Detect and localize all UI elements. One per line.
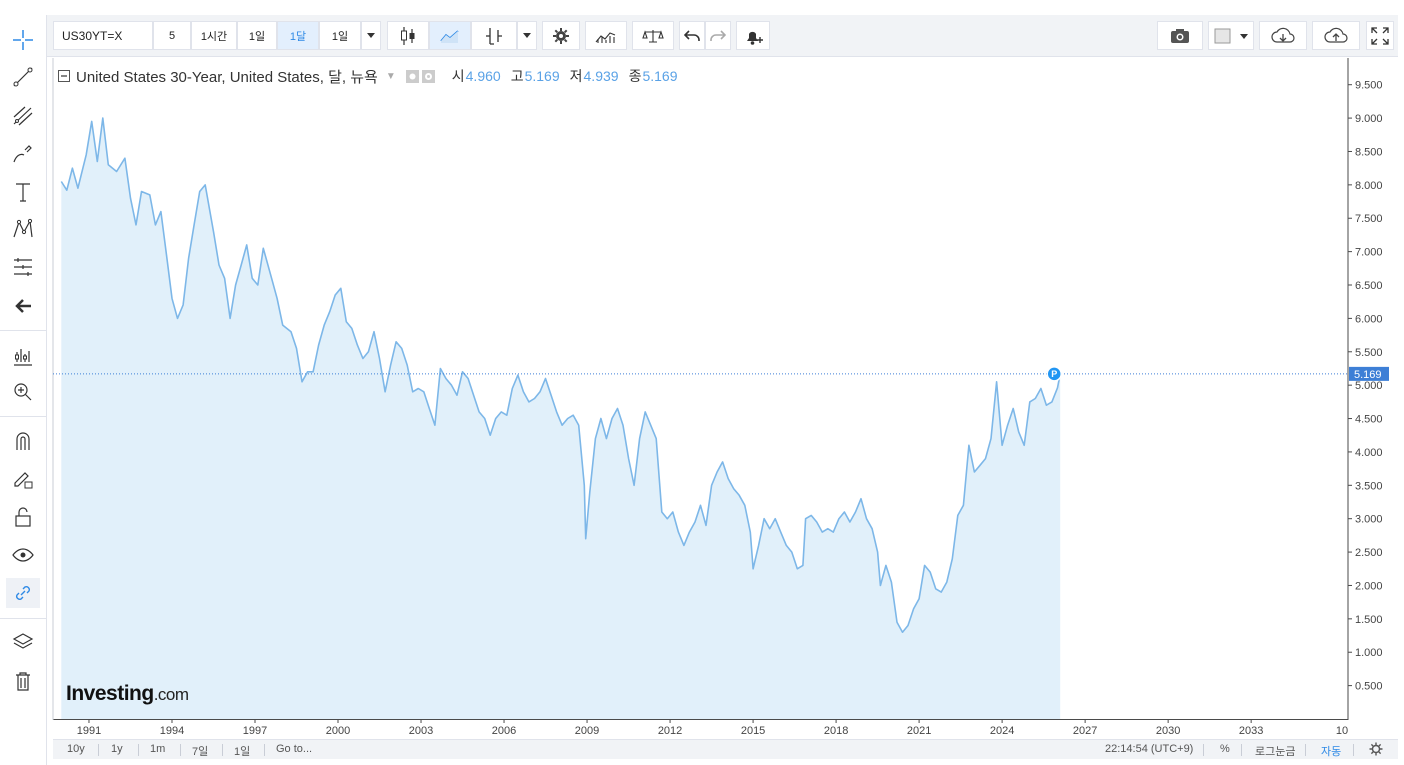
chart-svg: P 9.500 9.000 8.500 8.000 7.500 7.000 6.500 6.0…	[52, 58, 1389, 737]
range-7d[interactable]: 7일	[192, 743, 208, 759]
range-1d[interactable]: 1일	[234, 743, 250, 759]
price-tick-label: 3.000	[1355, 514, 1383, 526]
legend-low-label: 저	[569, 68, 583, 84]
bottom-bar: 10y 1y 1m 7일 1일 Go to... 22:14:54 (UTC+9…	[53, 739, 1398, 759]
time-tick-label: 2024	[990, 725, 1014, 737]
collapse-icon[interactable]	[58, 70, 70, 82]
legend-title: United States 30-Year, United States, 달,…	[76, 68, 378, 86]
time-axis[interactable]: 1991 1994 1997 2000 2003 2006 2009 2012 2015 2018…	[77, 719, 1348, 737]
legend-caret-icon[interactable]: ▼	[386, 71, 396, 82]
price-tick-label: 5.000	[1355, 380, 1383, 392]
legend-open-label: 시	[451, 68, 465, 84]
investing-logo: Investing.com	[66, 682, 189, 706]
price-tick-label: 1.000	[1355, 647, 1383, 659]
legend-close-label: 종	[628, 68, 642, 84]
legend-high-value: 5.169	[524, 68, 560, 84]
time-tick-label: 2018	[824, 725, 848, 737]
current-price-label: 5.169	[1354, 369, 1382, 381]
range-1m[interactable]: 1m	[150, 743, 165, 755]
time-tick-label: 2030	[1156, 725, 1180, 737]
gear-icon[interactable]	[1369, 742, 1383, 756]
price-tick-label: 0.500	[1355, 681, 1383, 693]
legend-open-value: 4.960	[465, 68, 501, 84]
price-tick-label: 2.000	[1355, 580, 1383, 592]
price-axis[interactable]: 9.500 9.000 8.500 8.000 7.500 7.000 6.500 6.000…	[1348, 80, 1389, 693]
price-tick-label: 8.500	[1355, 146, 1383, 158]
log-scale-toggle[interactable]: 로그눈금	[1255, 743, 1295, 759]
range-1y[interactable]: 1y	[111, 743, 123, 755]
price-tick-label: 7.000	[1355, 247, 1383, 259]
time-tick-label: 2021	[907, 725, 931, 737]
price-tick-label: 4.500	[1355, 414, 1383, 426]
percent-scale-toggle[interactable]: %	[1220, 743, 1230, 755]
time-tick-label: 2033	[1239, 725, 1263, 737]
price-tick-label: 7.500	[1355, 213, 1383, 225]
last-price-marker-label: P	[1051, 369, 1057, 379]
logo-suffix: .com	[153, 685, 189, 704]
time-tick-label: 1991	[77, 725, 101, 737]
time-tick-label: 10	[1336, 725, 1348, 737]
time-tick-label: 1997	[243, 725, 267, 737]
price-tick-label: 6.500	[1355, 280, 1383, 292]
legend-close-value: 5.169	[642, 68, 678, 84]
price-tick-label: 3.500	[1355, 480, 1383, 492]
legend-high-label: 고	[510, 68, 524, 84]
price-tick-label: 6.000	[1355, 313, 1383, 325]
range-10y[interactable]: 10y	[67, 743, 85, 755]
time-tick-label: 2006	[492, 725, 516, 737]
time-tick-label: 2012	[658, 725, 682, 737]
time-tick-label: 2009	[575, 725, 599, 737]
goto-date[interactable]: Go to...	[276, 743, 312, 755]
time-tick-label: 2015	[741, 725, 765, 737]
price-tick-label: 1.500	[1355, 614, 1383, 626]
price-tick-label: 9.000	[1355, 113, 1383, 125]
clock-timezone[interactable]: 22:14:54 (UTC+9)	[1105, 743, 1193, 755]
time-tick-label: 2000	[326, 725, 350, 737]
price-tick-label: 8.000	[1355, 180, 1383, 192]
price-tick-label: 5.500	[1355, 347, 1383, 359]
time-tick-label: 2027	[1073, 725, 1097, 737]
time-tick-label: 1994	[160, 725, 184, 737]
chart-legend: United States 30-Year, United States, 달,…	[58, 66, 678, 86]
auto-scale-toggle[interactable]: 자동	[1321, 743, 1341, 759]
price-tick-label: 9.500	[1355, 80, 1383, 92]
price-tick-label: 2.500	[1355, 547, 1383, 559]
legend-low-value: 4.939	[583, 68, 619, 84]
logo-main: Investing	[66, 682, 154, 705]
time-tick-label: 2003	[409, 725, 433, 737]
legend-eye-settings-icon[interactable]	[405, 69, 436, 83]
price-tick-label: 4.000	[1355, 447, 1383, 459]
